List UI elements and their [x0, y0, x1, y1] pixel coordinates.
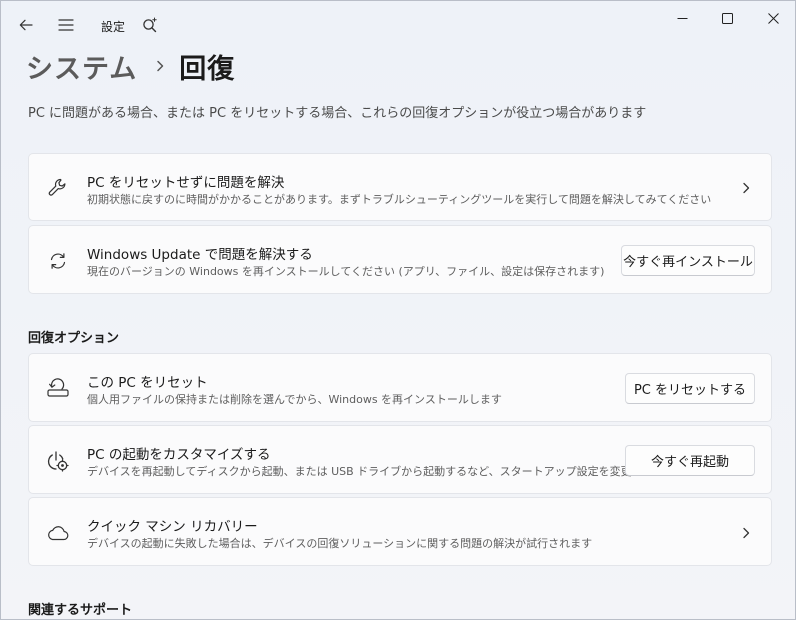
settings-window: 設定 システム 回復 PC に問題がある場合、または PC をリセットする場合、…	[0, 0, 796, 620]
related-support-heading: 関連するサポート	[28, 603, 133, 618]
navigation-menu-button[interactable]	[50, 9, 82, 41]
reinstall-now-button[interactable]: 今すぐ再インストール	[621, 245, 755, 276]
app-title: 設定	[101, 20, 126, 34]
maximize-button[interactable]	[704, 1, 750, 35]
advanced-startup-title: PC の起動をカスタマイズする	[87, 447, 271, 463]
back-button[interactable]	[10, 9, 42, 41]
troubleshoot-title: PC をリセットせずに問題を解決	[87, 175, 285, 191]
sync-icon	[45, 248, 71, 274]
intro-text: PC に問題がある場合、または PC をリセットする場合、これらの回復オプション…	[28, 106, 647, 121]
close-icon	[767, 12, 779, 24]
reset-pc-desc: 個人用ファイルの保持または削除を選んでから、Windows を再インストールしま…	[87, 393, 502, 406]
page-title: 回復	[179, 53, 236, 85]
maximize-icon	[721, 12, 733, 24]
chevron-right-icon	[739, 526, 753, 540]
cloud-icon	[45, 520, 71, 546]
search-button[interactable]	[134, 9, 166, 41]
advanced-startup-desc: デバイスを再起動してディスクから起動、または USB ドライブから起動するなど、…	[87, 465, 654, 478]
windows-update-fix-title: Windows Update で問題を解決する	[87, 247, 313, 263]
windows-update-fix-desc: 現在のバージョンの Windows を再インストールしてください (アプリ、ファ…	[87, 265, 605, 278]
reset-pc-title: この PC をリセット	[87, 375, 208, 391]
hamburger-icon	[58, 19, 74, 31]
minimize-icon	[677, 17, 687, 19]
chevron-right-icon	[739, 181, 753, 195]
reset-pc-card: この PC をリセット 個人用ファイルの保持または削除を選んでから、Window…	[28, 353, 772, 422]
reset-pc-button[interactable]: PC をリセットする	[625, 373, 755, 404]
minimize-button[interactable]	[659, 1, 705, 35]
wrench-icon	[45, 175, 71, 201]
advanced-startup-card: PC の起動をカスタマイズする デバイスを再起動してディスクから起動、または U…	[28, 425, 772, 494]
recovery-options-heading: 回復オプション	[28, 331, 120, 346]
power-gear-icon	[45, 448, 71, 474]
windows-update-fix-card: Windows Update で問題を解決する 現在のバージョンの Window…	[28, 225, 772, 294]
troubleshoot-desc: 初期状態に戻すのに時間がかかることがあります。まずトラブルシューティングツールを…	[87, 193, 712, 206]
back-arrow-icon	[19, 19, 33, 31]
quick-machine-recovery-title: クイック マシン リカバリー	[87, 519, 258, 535]
reset-pc-icon	[45, 375, 71, 401]
title-bar: 設定	[1, 1, 795, 49]
breadcrumb: システム 回復	[26, 45, 235, 87]
close-button[interactable]	[750, 1, 796, 35]
quick-machine-recovery-desc: デバイスの起動に失敗した場合は、デバイスの回復ソリューションに関する問題の解決が…	[87, 537, 593, 550]
breadcrumb-system[interactable]: システム	[26, 47, 137, 86]
search-sparkle-icon	[143, 17, 157, 33]
quick-machine-recovery-card[interactable]: クイック マシン リカバリー デバイスの起動に失敗した場合は、デバイスの回復ソリ…	[28, 497, 772, 566]
restart-now-button[interactable]: 今すぐ再起動	[625, 445, 755, 476]
breadcrumb-separator-icon	[155, 60, 165, 72]
troubleshoot-card[interactable]: PC をリセットせずに問題を解決 初期状態に戻すのに時間がかかることがあります。…	[28, 153, 772, 221]
